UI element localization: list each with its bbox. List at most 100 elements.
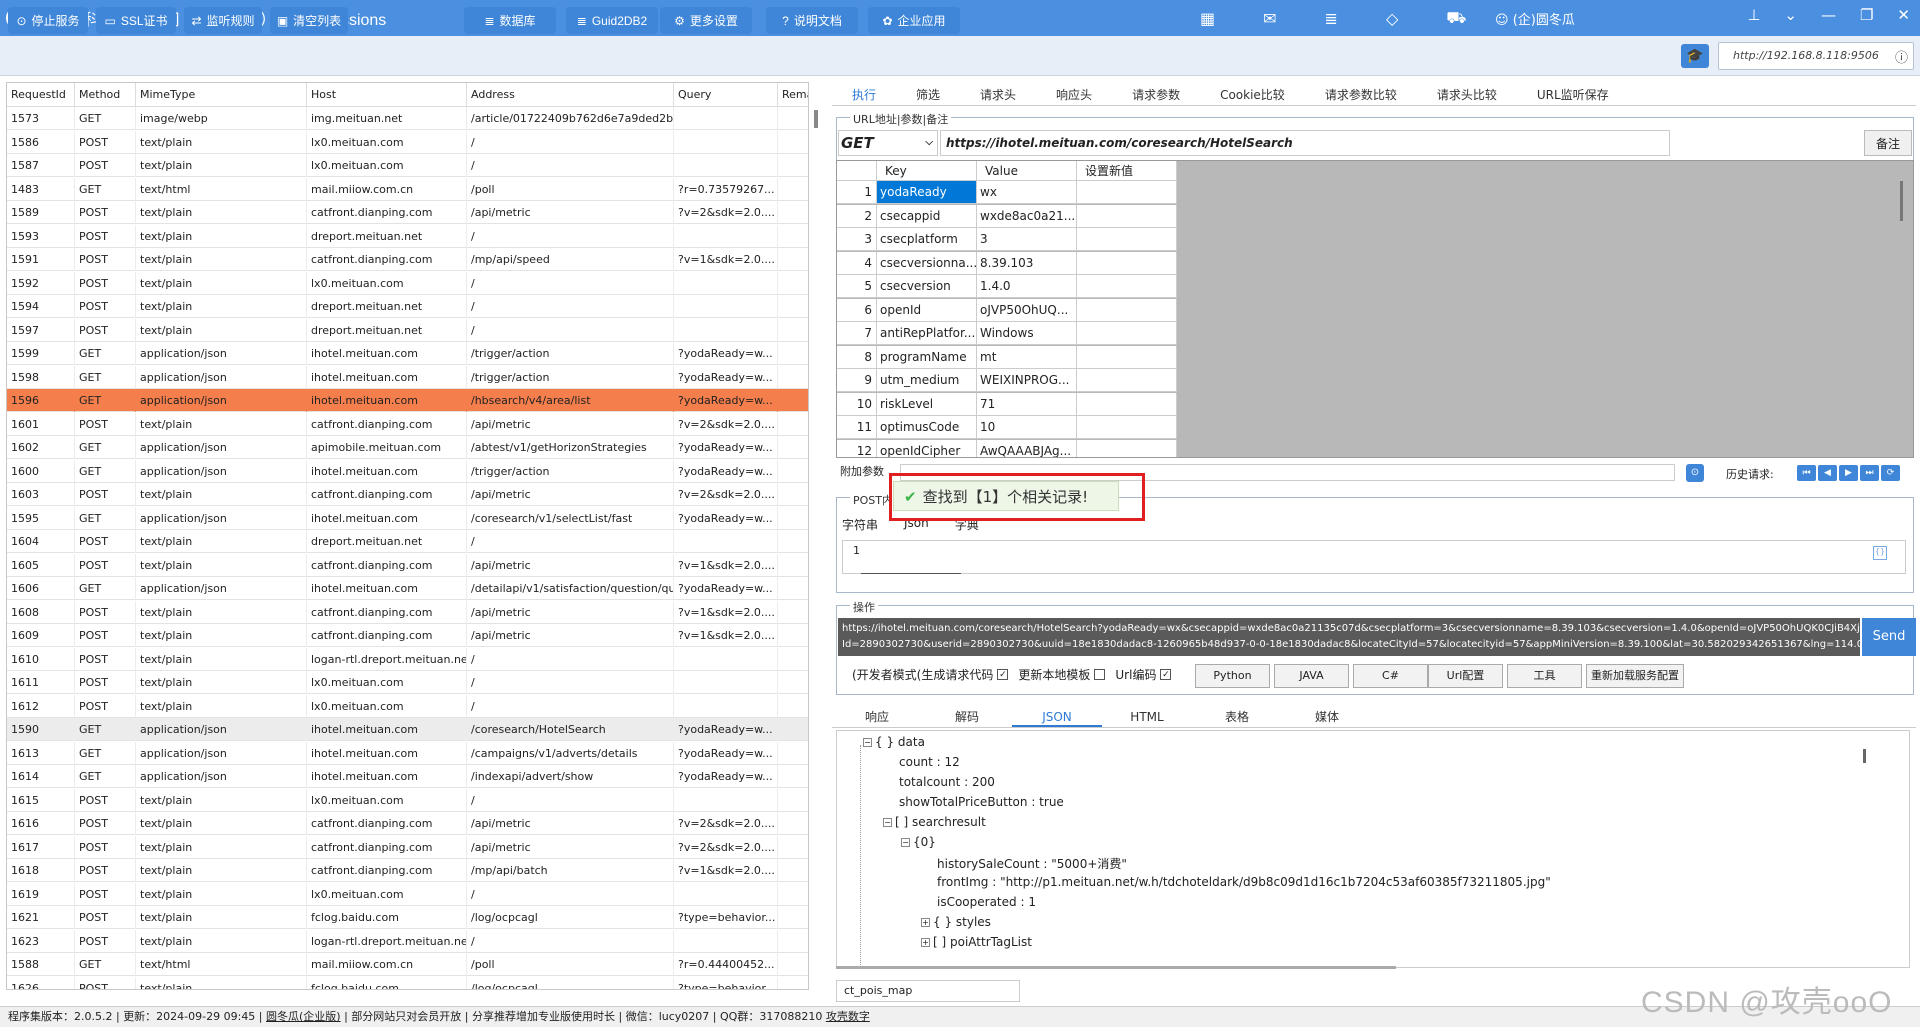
param-new-value[interactable] (1077, 204, 1177, 227)
session-row[interactable]: 1602 GET application/json apimobile.meituan… (7, 436, 808, 459)
param-new-value[interactable] (1077, 369, 1177, 391)
param-key[interactable]: optimusCode (877, 416, 977, 438)
session-row[interactable]: 1586 POST text/plain lx0.meituan.com / (7, 130, 808, 154)
database-icon[interactable]: ≣ (1325, 9, 1338, 28)
param-row[interactable]: 4 csecversionna... 8.39.103 (837, 251, 1177, 275)
param-key[interactable]: yodaReady (877, 181, 977, 203)
minimize-icon[interactable]: — (1821, 6, 1836, 24)
col-host[interactable]: Host (307, 83, 467, 107)
param-value[interactable]: WEIXINPROG... (977, 369, 1077, 391)
url-encode-checkbox[interactable]: ✓ (1160, 669, 1172, 680)
python-button[interactable]: Python (1195, 664, 1270, 688)
tree-node-iscooperated[interactable]: isCooperated : 1 (937, 895, 1036, 909)
status-link[interactable]: 攻壳数字 (826, 1010, 870, 1023)
session-row[interactable]: 1610 POST text/plain logan-rtl.dreport.meit… (7, 647, 808, 671)
col-new-value[interactable]: 设置新值 (1077, 161, 1177, 180)
tab-resp-0[interactable]: 响应 (832, 706, 922, 727)
param-new-value[interactable] (1077, 298, 1177, 321)
param-row[interactable]: 8 programName mt (837, 345, 1177, 369)
ssl-cert-button[interactable]: ▭ SSL证书 (96, 7, 176, 34)
session-row[interactable]: 1589 POST text/plain catfront.dianping.com /… (7, 201, 808, 224)
param-value[interactable]: wx (977, 181, 1077, 203)
more-settings-button[interactable]: ⚙ 更多设置 (660, 7, 752, 34)
dev-mode-checkbox[interactable]: ✓ (997, 669, 1009, 680)
session-row[interactable]: 1626 POST text/plain fclog.baidu.com/log/oc… (7, 976, 808, 989)
session-row[interactable]: 1615 POST text/plain lx0.meituan.com / (7, 788, 808, 812)
tab-req-1[interactable]: 筛选 (896, 84, 960, 105)
session-row[interactable]: 1597 POST text/plain dreport.meituan.net / (7, 318, 808, 342)
param-new-value[interactable] (1077, 345, 1177, 368)
session-row[interactable]: 1604 POST text/plain dreport.meituan.net / (7, 530, 808, 553)
mail-icon[interactable]: ✉ (1263, 9, 1276, 28)
param-new-value[interactable] (1077, 275, 1177, 297)
param-row[interactable]: 10 riskLevel 71 (837, 392, 1177, 416)
session-row[interactable]: 1608 POST text/plain catfront.dianping.com /… (7, 600, 808, 624)
session-row[interactable]: 1601 POST text/plain catfront.dianping.com /… (7, 412, 808, 436)
tree-node-count[interactable]: count : 12 (899, 755, 960, 769)
tree-node-totalcount[interactable]: totalcount : 200 (899, 775, 995, 789)
braces-icon[interactable]: {} (1873, 546, 1887, 560)
col-query[interactable]: Query (674, 83, 778, 107)
session-row[interactable]: 1598 GET application/json ihotel.meituan.co… (7, 365, 808, 389)
enterprise-button[interactable]: ✿ 企业应用 (868, 7, 960, 34)
param-new-value[interactable] (1077, 322, 1177, 344)
session-row[interactable]: 1592 POST text/plain lx0.meituan.com / (7, 271, 808, 295)
csharp-button[interactable]: C# (1353, 664, 1428, 688)
param-key[interactable]: programName (877, 345, 977, 368)
param-key[interactable]: csecversion (877, 275, 977, 297)
col-remark[interactable]: Rema (778, 83, 808, 107)
param-key[interactable]: utm_medium (877, 369, 977, 391)
update-template-checkbox[interactable] (1094, 669, 1106, 680)
tab-resp-2[interactable]: JSON (1012, 706, 1102, 727)
session-row[interactable]: 1599 GET application/json ihotel.meituan.co… (7, 342, 808, 365)
expand-icon[interactable]: + (921, 918, 930, 927)
post-body-editor[interactable]: 1 {} (842, 540, 1906, 574)
param-row[interactable]: 1 yodaReady wx (837, 181, 1177, 204)
user-account[interactable]: ☺ (企)圆冬瓜 (1495, 9, 1575, 28)
tree-node-data[interactable]: −{ } data (863, 735, 925, 749)
session-row[interactable]: 1595 GET application/json ihotel.meituan.co… (7, 506, 808, 530)
col-value[interactable]: Value (977, 161, 1077, 180)
param-new-value[interactable] (1077, 228, 1177, 250)
full-url-display[interactable]: https://ihotel.meituan.com/coresearch/Ho… (838, 618, 1860, 656)
clear-list-button[interactable]: ▣ 清空列表 (270, 7, 348, 34)
session-row[interactable]: 1613 GET application/json ihotel.meituan.co… (7, 741, 808, 765)
param-key[interactable]: csecplatform (877, 228, 977, 250)
database-button[interactable]: ≣ 数据库 (464, 7, 556, 34)
param-new-value[interactable] (1077, 416, 1177, 438)
tab-req-5[interactable]: Cookie比较 (1200, 84, 1305, 105)
session-row[interactable]: 1609 POST text/plain catfront.dianping.com /… (7, 624, 808, 647)
close-icon[interactable]: ✕ (1897, 6, 1910, 24)
tree-node-showtotalprice[interactable]: showTotalPriceButton : true (899, 795, 1064, 809)
params-scrollbar[interactable] (1900, 181, 1903, 221)
guid2db2-button[interactable]: ≣ Guid2DB2 (566, 7, 658, 34)
session-row[interactable]: 1618 POST text/plain catfront.dianping.com /… (7, 859, 808, 882)
listen-rules-button[interactable]: ⇄ 监听规则 (184, 7, 262, 34)
tab-req-8[interactable]: URL监听保存 (1517, 84, 1629, 105)
help-circle-icon[interactable]: ⓘ (1895, 47, 1908, 66)
col-method[interactable]: Method (75, 83, 136, 107)
param-key[interactable]: openIdCipher (877, 439, 977, 457)
session-row[interactable]: 1605 POST text/plain catfront.dianping.com /… (7, 553, 808, 577)
col-requestid[interactable]: RequestId (7, 83, 75, 107)
tab-req-7[interactable]: 请求头比较 (1417, 84, 1517, 105)
session-row[interactable]: 1614 GET application/json ihotel.meituan.co… (7, 765, 808, 788)
tree-scrollbar[interactable] (1863, 749, 1866, 763)
tab-resp-4[interactable]: 表格 (1192, 706, 1282, 727)
history-last-button[interactable]: ⏭ (1860, 465, 1879, 481)
graduation-cap-icon[interactable]: 🎓 (1681, 44, 1709, 68)
param-new-value[interactable] (1077, 392, 1177, 415)
param-key[interactable]: riskLevel (877, 392, 977, 415)
tab-req-3[interactable]: 响应头 (1036, 84, 1112, 105)
param-value[interactable]: oJVP50OhUQ... (977, 298, 1077, 321)
param-key[interactable]: openId (877, 298, 977, 321)
tab-req-0[interactable]: 执行 (832, 84, 896, 105)
session-row[interactable]: 1588 GET text/html mail.miiow.com.cn/poll ?r… (7, 953, 808, 976)
collapse-icon[interactable]: − (901, 838, 910, 847)
post-tab-string[interactable]: 字符串 (842, 516, 878, 533)
param-row[interactable]: 6 openId oJVP50OhUQ... (837, 298, 1177, 322)
session-row[interactable]: 1573 GET image/webp img.meituan.net/article… (7, 107, 808, 130)
tools-button[interactable]: 工具 (1507, 664, 1582, 688)
param-row[interactable]: 5 csecversion 1.4.0 (837, 275, 1177, 298)
session-row[interactable]: 1603 POST text/plain catfront.dianping.com /… (7, 483, 808, 506)
